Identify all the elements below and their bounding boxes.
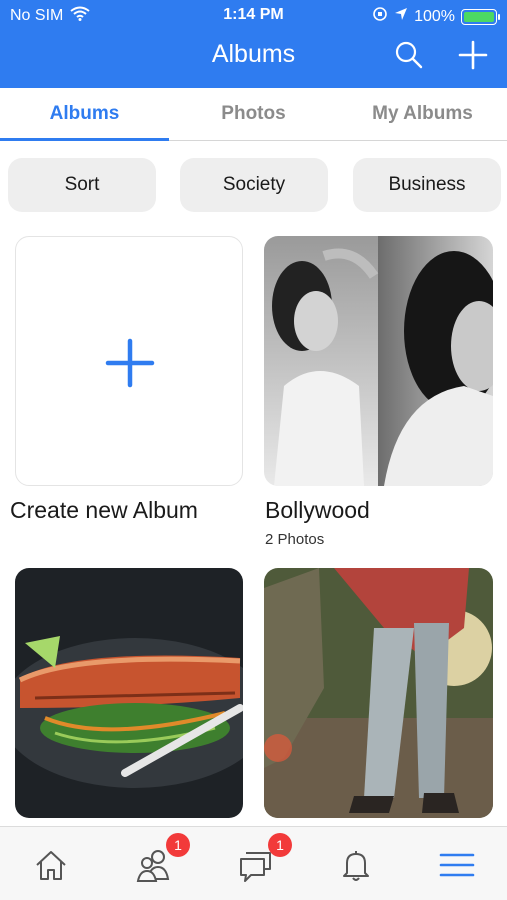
outdoor-image — [264, 568, 493, 818]
menu-icon[interactable] — [437, 845, 477, 885]
plus-icon — [105, 338, 155, 388]
business-filter-button[interactable]: Business — [353, 158, 501, 212]
bell-icon[interactable] — [336, 845, 376, 885]
search-icon[interactable] — [394, 40, 424, 70]
battery-percent: 100% — [414, 7, 455, 25]
album-cover-outdoor[interactable] — [264, 568, 493, 818]
rotation-lock-icon — [372, 6, 388, 27]
tab-photos[interactable]: Photos — [169, 88, 338, 140]
food-image — [15, 568, 243, 818]
album-photo-count: 2 Photos — [265, 531, 325, 548]
page-title: Albums — [211, 40, 296, 68]
create-album-label[interactable]: Create new Album — [10, 497, 198, 524]
top-bar: No SIM 1:14 PM 100% Albums — [0, 0, 507, 88]
society-filter-button[interactable]: Society — [180, 158, 328, 212]
album-cover-image — [264, 236, 493, 486]
status-bar: No SIM 1:14 PM 100% — [0, 0, 507, 30]
chat-badge: 1 — [268, 833, 292, 857]
friends-icon[interactable]: 1 — [134, 833, 190, 885]
chat-icon[interactable]: 1 — [236, 833, 292, 885]
location-icon — [394, 7, 408, 26]
album-cover-bollywood[interactable] — [264, 236, 493, 486]
tab-albums[interactable]: Albums — [0, 88, 169, 141]
bottom-tab-bar: 1 1 — [0, 826, 507, 900]
add-icon[interactable] — [458, 40, 488, 70]
friends-badge: 1 — [166, 833, 190, 857]
sort-button[interactable]: Sort — [8, 158, 156, 212]
home-icon[interactable] — [31, 845, 71, 885]
create-album-card[interactable] — [15, 236, 243, 486]
album-title-bollywood[interactable]: Bollywood — [265, 497, 370, 524]
battery-icon — [461, 8, 500, 25]
segmented-tabs: Albums Photos My Albums — [0, 88, 507, 141]
album-cover-food[interactable] — [15, 568, 243, 818]
tab-my-albums[interactable]: My Albums — [338, 88, 507, 140]
